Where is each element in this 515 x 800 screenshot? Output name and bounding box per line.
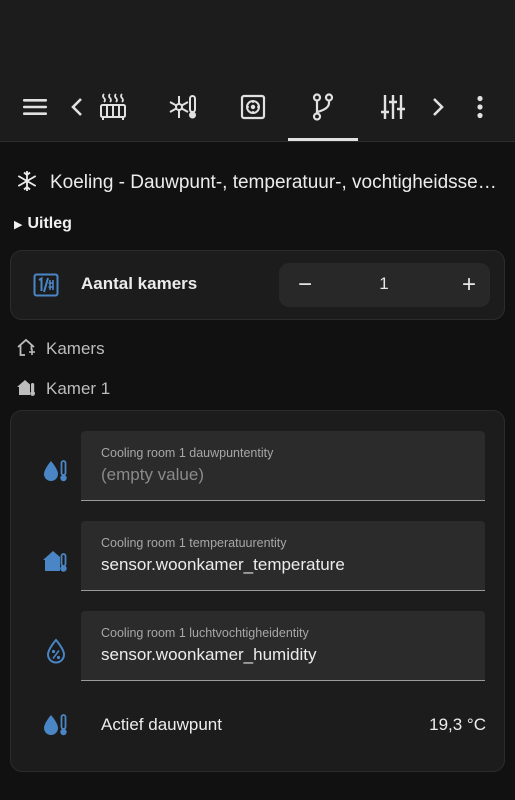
numeric-box-icon	[33, 273, 59, 302]
source-branch-icon[interactable]	[308, 88, 338, 126]
rooms-count-card: Aantal kamers − 1 +	[10, 250, 505, 320]
uitleg-label: Uitleg	[27, 215, 72, 232]
home-thermometer-icon	[16, 377, 36, 402]
active-dewpoint-value: 19,3 °C	[429, 715, 486, 734]
home-thermometer-icon	[41, 546, 71, 576]
kamer1-label: Kamer 1	[46, 379, 111, 398]
chevron-right-icon[interactable]	[428, 88, 448, 126]
dots-vertical-icon[interactable]	[468, 88, 492, 126]
page-title-text: Koeling - Dauwpunt-, temperatuur-, vocht…	[50, 172, 500, 193]
home-outline-icon	[16, 337, 36, 362]
tune-vertical-icon[interactable]	[378, 88, 408, 126]
triangle-right-icon: ▶	[14, 218, 23, 231]
snowflake-thermometer-icon[interactable]	[166, 88, 200, 126]
uitleg-expander[interactable]: ▶ Uitleg	[14, 212, 72, 236]
kamers-heading: Kamers	[16, 337, 105, 361]
safe-icon[interactable]	[238, 88, 268, 126]
chevron-left-icon[interactable]	[67, 88, 87, 126]
snowflake-icon	[16, 170, 38, 197]
humidity-entity-label: Cooling room 1 luchtvochtigheidentity	[101, 626, 309, 640]
water-thermometer-icon	[41, 710, 71, 740]
rooms-count-value[interactable]: 1	[369, 274, 399, 294]
rooms-count-stepper: − 1 +	[279, 263, 490, 307]
dewpoint-entity-field[interactable]: Cooling room 1 dauwpuntentity (empty val…	[81, 431, 485, 501]
radiator-icon[interactable]	[96, 88, 130, 126]
room1-card: Cooling room 1 dauwpuntentity (empty val…	[10, 410, 505, 772]
page-title: Koeling - Dauwpunt-, temperatuur-, vocht…	[16, 168, 506, 198]
kamers-label: Kamers	[46, 339, 105, 358]
dewpoint-entity-label: Cooling room 1 dauwpuntentity	[101, 446, 274, 460]
temperature-entity-value[interactable]: sensor.woonkamer_temperature	[101, 555, 345, 575]
decrement-button[interactable]: −	[289, 269, 321, 301]
temperature-entity-field[interactable]: Cooling room 1 temperatuurentity sensor.…	[81, 521, 485, 591]
temperature-entity-label: Cooling room 1 temperatuurentity	[101, 536, 287, 550]
top-app-bar	[0, 0, 515, 142]
active-dewpoint-label: Actief dauwpunt	[101, 715, 222, 734]
water-thermometer-icon	[41, 456, 71, 486]
active-dewpoint-row: Actief dauwpunt 19,3 °C	[11, 705, 506, 745]
dewpoint-entity-value[interactable]: (empty value)	[101, 465, 204, 485]
active-tab-indicator	[288, 138, 358, 141]
rooms-count-label: Aantal kamers	[81, 274, 198, 293]
increment-button[interactable]: +	[453, 269, 485, 301]
humidity-entity-value[interactable]: sensor.woonkamer_humidity	[101, 645, 316, 665]
kamer1-heading: Kamer 1	[16, 377, 110, 401]
water-percent-icon	[41, 636, 71, 666]
menu-icon[interactable]	[20, 88, 50, 126]
humidity-entity-field[interactable]: Cooling room 1 luchtvochtigheidentity se…	[81, 611, 485, 681]
